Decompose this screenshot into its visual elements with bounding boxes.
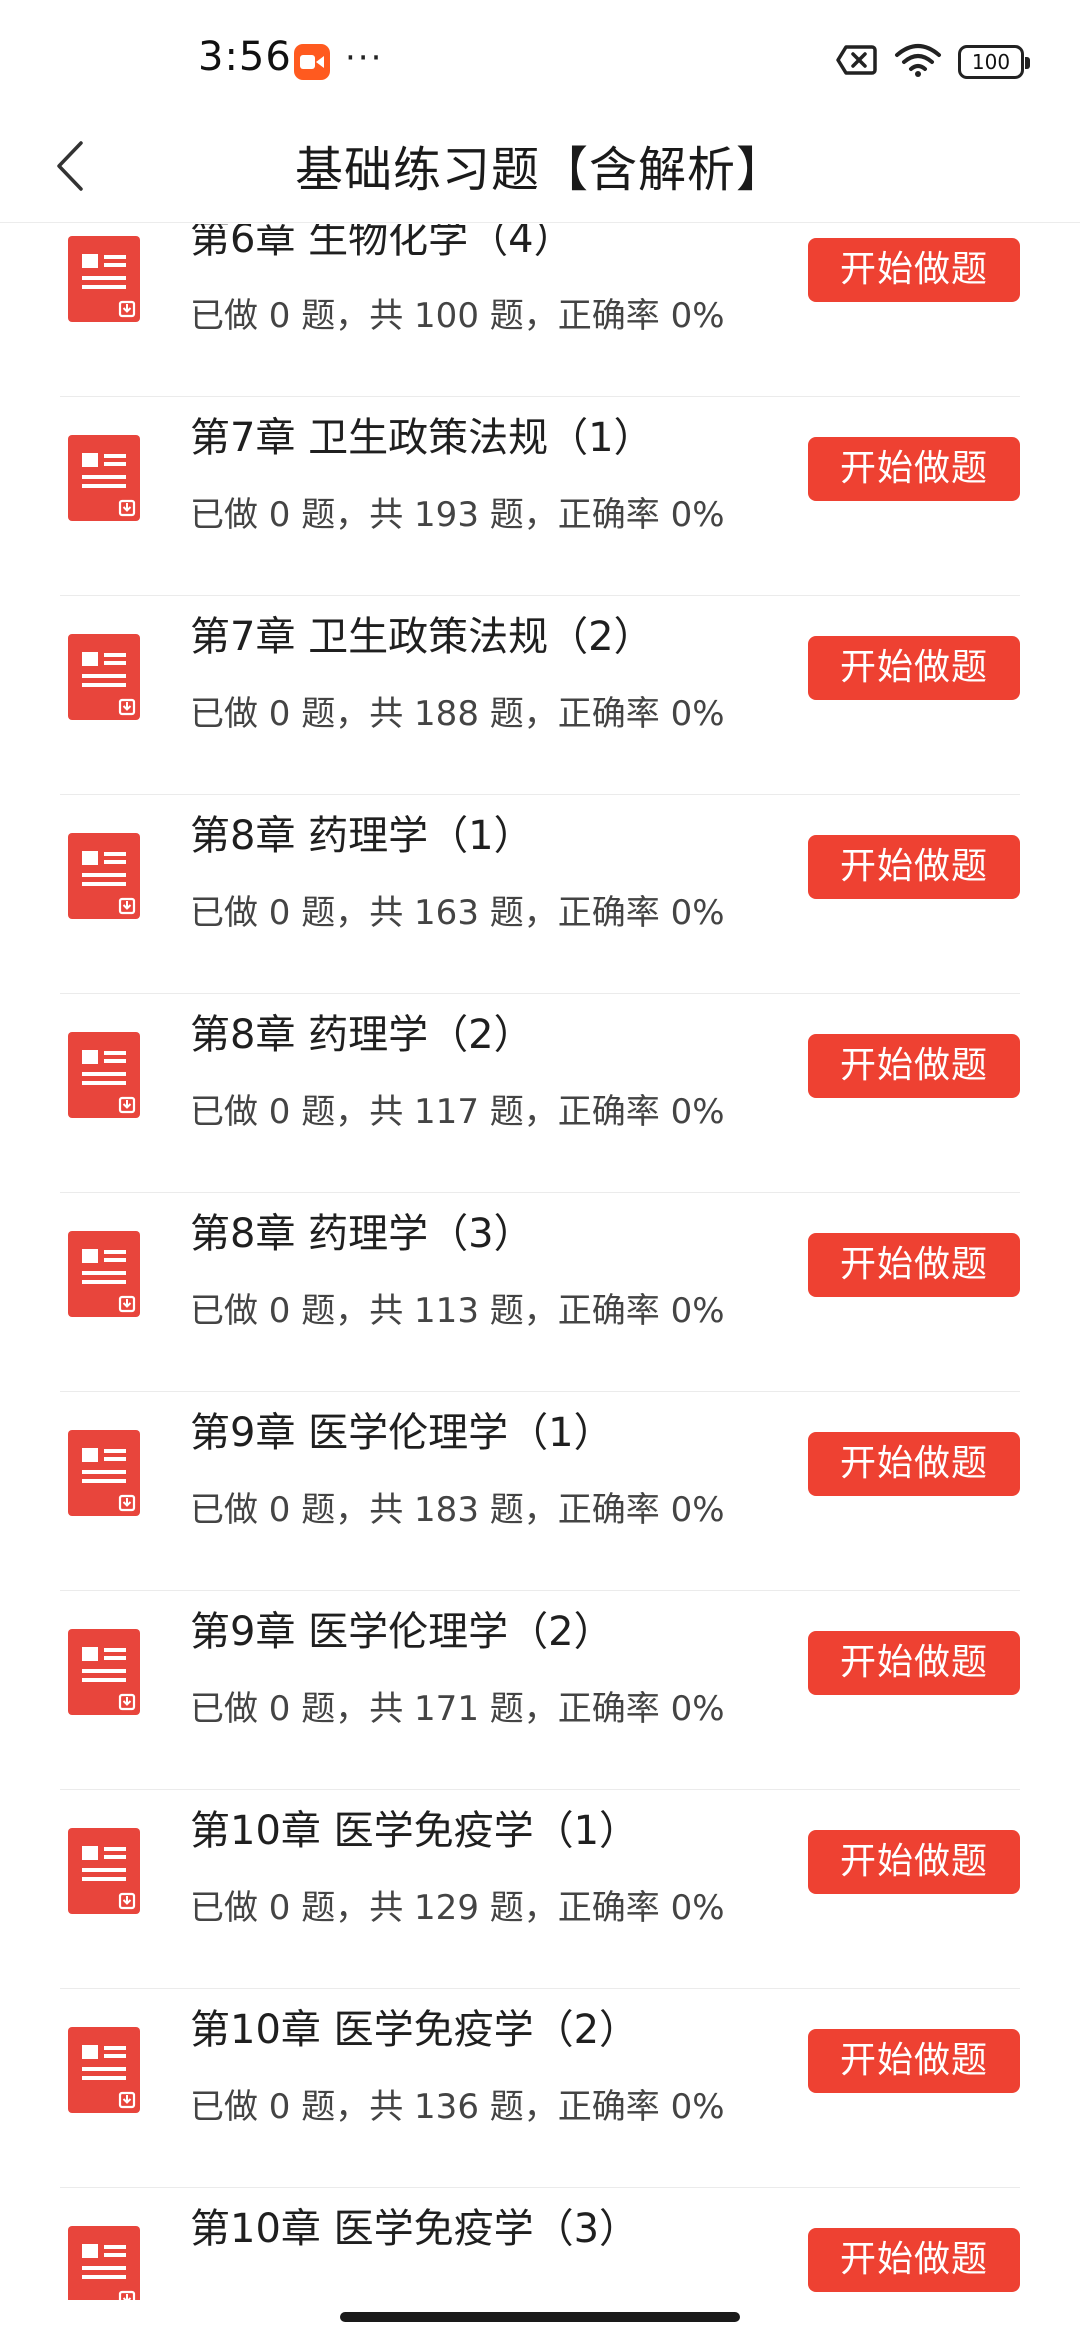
list-item[interactable]: 第6章 生物化学（4） 已做 0 题，共 100 题，正确率 0% 开始做题 bbox=[60, 224, 1020, 397]
document-icon bbox=[68, 2226, 140, 2300]
item-title: 第10章 医学免疫学（2） bbox=[190, 2007, 640, 2053]
start-practice-button[interactable]: 开始做题 bbox=[808, 437, 1020, 501]
item-title: 第10章 医学免疫学（1） bbox=[190, 1808, 640, 1854]
list-item[interactable]: 第8章 药理学（2） 已做 0 题，共 117 题，正确率 0% 开始做题 bbox=[60, 994, 1020, 1193]
document-icon bbox=[68, 1032, 140, 1118]
status-time: 3:56 bbox=[198, 34, 292, 80]
exercise-list[interactable]: 第6章 生物化学（4） 已做 0 题，共 100 题，正确率 0% 开始做题 第… bbox=[0, 224, 1080, 2300]
list-item[interactable]: 第9章 医学伦理学（1） 已做 0 题，共 183 题，正确率 0% 开始做题 bbox=[60, 1392, 1020, 1591]
document-icon bbox=[68, 2027, 140, 2113]
item-stats: 已做 0 题，共 188 题，正确率 0% bbox=[190, 694, 725, 734]
status-bar: 3:56 ··· 100 bbox=[0, 0, 1080, 120]
item-title: 第9章 医学伦理学（2） bbox=[190, 1609, 614, 1655]
document-icon bbox=[68, 1430, 140, 1516]
start-practice-button[interactable]: 开始做题 bbox=[808, 1830, 1020, 1894]
list-item[interactable]: 第8章 药理学（3） 已做 0 题，共 113 题，正确率 0% 开始做题 bbox=[60, 1193, 1020, 1392]
item-stats: 已做 0 题，共 171 题，正确率 0% bbox=[190, 1689, 725, 1729]
exercise-list-inner: 第6章 生物化学（4） 已做 0 题，共 100 题，正确率 0% 开始做题 第… bbox=[0, 224, 1080, 2300]
start-practice-button[interactable]: 开始做题 bbox=[808, 636, 1020, 700]
document-icon bbox=[68, 236, 140, 322]
video-app-icon bbox=[294, 44, 330, 80]
sim-off-icon bbox=[836, 43, 878, 81]
start-practice-button[interactable]: 开始做题 bbox=[808, 1432, 1020, 1496]
document-icon bbox=[68, 1629, 140, 1715]
item-stats: 已做 0 题，共 117 题，正确率 0% bbox=[190, 1092, 725, 1132]
item-stats: 已做 0 题，共 100 题，正确率 0% bbox=[190, 296, 725, 336]
item-title: 第8章 药理学（3） bbox=[190, 1211, 534, 1257]
document-icon bbox=[68, 1828, 140, 1914]
list-item[interactable]: 第10章 医学免疫学（3） 开始做题 bbox=[60, 2188, 1020, 2300]
item-title: 第8章 药理学（2） bbox=[190, 1012, 534, 1058]
status-right-group: 100 bbox=[836, 42, 1030, 82]
start-practice-button[interactable]: 开始做题 bbox=[808, 1034, 1020, 1098]
start-practice-button[interactable]: 开始做题 bbox=[808, 1631, 1020, 1695]
list-item[interactable]: 第10章 医学免疫学（1） 已做 0 题，共 129 题，正确率 0% 开始做题 bbox=[60, 1790, 1020, 1989]
list-item[interactable]: 第7章 卫生政策法规（1） 已做 0 题，共 193 题，正确率 0% 开始做题 bbox=[60, 397, 1020, 596]
start-practice-button[interactable]: 开始做题 bbox=[808, 1233, 1020, 1297]
battery-icon: 100 bbox=[958, 45, 1030, 79]
item-stats: 已做 0 题，共 136 题，正确率 0% bbox=[190, 2087, 725, 2127]
item-stats: 已做 0 题，共 113 题，正确率 0% bbox=[190, 1291, 725, 1331]
list-item[interactable]: 第9章 医学伦理学（2） 已做 0 题，共 171 题，正确率 0% 开始做题 bbox=[60, 1591, 1020, 1790]
start-practice-button[interactable]: 开始做题 bbox=[808, 2029, 1020, 2093]
item-stats: 已做 0 题，共 163 题，正确率 0% bbox=[190, 893, 725, 933]
document-icon bbox=[68, 634, 140, 720]
document-icon bbox=[68, 435, 140, 521]
item-title: 第9章 医学伦理学（1） bbox=[190, 1410, 614, 1456]
list-item[interactable]: 第10章 医学免疫学（2） 已做 0 题，共 136 题，正确率 0% 开始做题 bbox=[60, 1989, 1020, 2188]
item-title: 第7章 卫生政策法规（2） bbox=[190, 614, 654, 660]
item-stats: 已做 0 题，共 183 题，正确率 0% bbox=[190, 1490, 725, 1530]
document-icon bbox=[68, 1231, 140, 1317]
list-item[interactable]: 第8章 药理学（1） 已做 0 题，共 163 题，正确率 0% 开始做题 bbox=[60, 795, 1020, 994]
list-item[interactable]: 第7章 卫生政策法规（2） 已做 0 题，共 188 题，正确率 0% 开始做题 bbox=[60, 596, 1020, 795]
header: 基础练习题【含解析】 bbox=[0, 120, 1080, 223]
start-practice-button[interactable]: 开始做题 bbox=[808, 238, 1020, 302]
item-stats: 已做 0 题，共 129 题，正确率 0% bbox=[190, 1888, 725, 1928]
item-title: 第8章 药理学（1） bbox=[190, 813, 534, 859]
start-practice-button[interactable]: 开始做题 bbox=[808, 2228, 1020, 2292]
document-icon bbox=[68, 833, 140, 919]
item-stats: 已做 0 题，共 193 题，正确率 0% bbox=[190, 495, 725, 535]
more-notifications-icon: ··· bbox=[345, 38, 384, 78]
page-title: 基础练习题【含解析】 bbox=[294, 142, 785, 198]
item-title: 第6章 生物化学（4） bbox=[190, 224, 574, 262]
home-indicator[interactable] bbox=[340, 2312, 740, 2322]
item-title: 第7章 卫生政策法规（1） bbox=[190, 415, 654, 461]
start-practice-button[interactable]: 开始做题 bbox=[808, 835, 1020, 899]
item-title: 第10章 医学免疫学（3） bbox=[190, 2206, 640, 2252]
wifi-icon bbox=[894, 42, 942, 82]
